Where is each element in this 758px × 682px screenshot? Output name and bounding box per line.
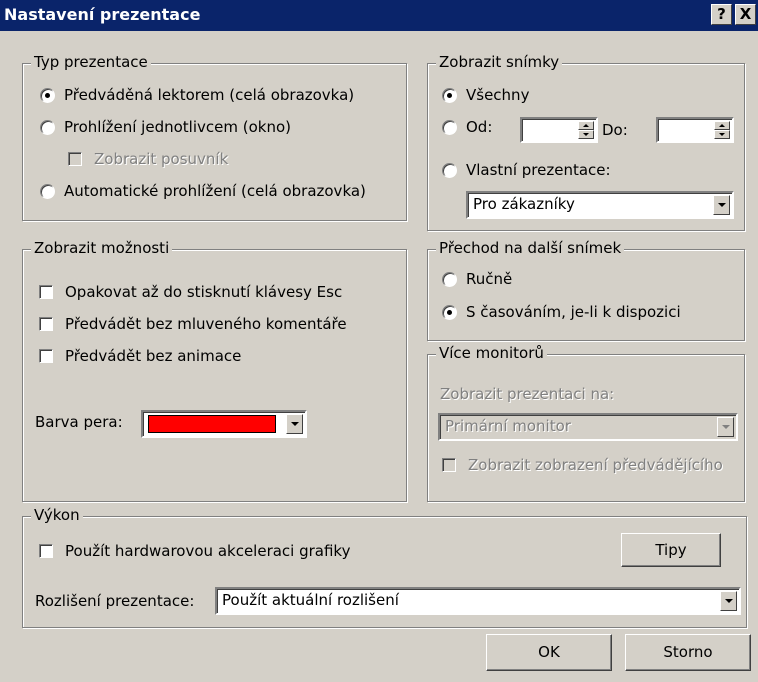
radio-rucne[interactable]: Ručně	[442, 270, 512, 288]
spin-up-icon[interactable]	[578, 121, 594, 130]
from-spinner[interactable]	[578, 121, 594, 139]
checkbox-presenter-view-box	[442, 458, 456, 472]
radio-automaticke-indicator	[40, 183, 55, 199]
resolution-dropdown[interactable]: Použít aktuální rozlišení	[215, 587, 741, 615]
checkbox-posuvnik-box	[68, 152, 82, 166]
pen-color-swatch	[148, 415, 276, 433]
group-zobrazit-moznosti: Zobrazit možnosti Opakovat až do stisknu…	[22, 239, 407, 502]
checkbox-opakovat[interactable]: Opakovat až do stisknutí klávesy Esc	[39, 283, 342, 301]
radio-od-indicator	[442, 119, 457, 135]
radio-rucne-label: Ručně	[466, 270, 513, 288]
radio-automaticke-label: Automatické prohlížení (celá obrazovka)	[64, 182, 366, 200]
radio-casovani[interactable]: S časováním, je-li k dispozici	[442, 303, 681, 321]
radio-casovani-indicator	[442, 304, 457, 320]
legend-prechod: Přechod na další snímek	[436, 239, 625, 257]
group-vykon: Výkon Použít hardwarovou akceleraci graf…	[22, 506, 747, 628]
radio-jednotlivec[interactable]: Prohlížení jednotlivcem (okno)	[40, 118, 291, 136]
radio-automaticke[interactable]: Automatické prohlížení (celá obrazovka)	[40, 182, 366, 200]
legend-zobrazit-snimky: Zobrazit snímky	[436, 53, 563, 71]
radio-lektor-indicator	[40, 87, 55, 103]
resolution-value: Použít aktuální rozlišení	[222, 591, 399, 609]
legend-vykon: Výkon	[31, 506, 83, 524]
tips-button[interactable]: Tipy	[621, 533, 721, 567]
radio-vlastni-label: Vlastní prezentace:	[466, 161, 611, 179]
pen-color-label: Barva pera:	[35, 413, 123, 431]
window-title: Nastavení prezentace	[4, 5, 201, 24]
from-slide-input[interactable]	[520, 117, 598, 143]
pen-color-dropdown[interactable]	[141, 410, 307, 438]
checkbox-bez-komentare[interactable]: Předvádět bez mluveného komentáře	[39, 315, 347, 333]
radio-jednotlivec-indicator	[40, 119, 55, 135]
radio-lektor[interactable]: Předváděná lektorem (celá obrazovka)	[40, 86, 354, 104]
show-on-label: Zobrazit prezentaci na:	[440, 385, 615, 403]
monitor-dropdown: Primární monitor	[438, 413, 738, 441]
legend-vice-monitoru: Více monitorů	[436, 344, 547, 362]
radio-vsechny-label: Všechny	[466, 86, 530, 104]
spin-up-icon[interactable]	[714, 121, 730, 130]
ok-button[interactable]: OK	[486, 634, 612, 671]
chevron-down-icon[interactable]	[720, 591, 737, 611]
title-bar: Nastavení prezentace ? X	[0, 0, 758, 31]
checkbox-bez-animace[interactable]: Předvádět bez animace	[39, 347, 241, 365]
chevron-down-icon[interactable]	[286, 414, 303, 434]
radio-lektor-label: Předváděná lektorem (celá obrazovka)	[64, 86, 355, 104]
checkbox-bez-animace-label: Předvádět bez animace	[65, 347, 242, 365]
chevron-down-icon[interactable]	[713, 195, 730, 215]
to-slide-input[interactable]	[656, 117, 734, 143]
to-spinner[interactable]	[714, 121, 730, 139]
spin-down-icon[interactable]	[714, 130, 730, 139]
monitor-value: Primární monitor	[445, 417, 571, 435]
radio-vsechny-indicator	[442, 87, 457, 103]
legend-zobrazit-moznosti: Zobrazit možnosti	[31, 239, 173, 257]
group-vice-monitoru: Více monitorů Zobrazit prezentaci na: Pr…	[427, 344, 745, 502]
custom-show-value: Pro zákazníky	[473, 195, 575, 213]
close-button[interactable]: X	[735, 4, 756, 25]
checkbox-opakovat-label: Opakovat až do stisknutí klávesy Esc	[65, 283, 343, 301]
checkbox-hw-accel[interactable]: Použít hardwarovou akceleraci grafiky	[39, 542, 350, 560]
radio-casovani-label: S časováním, je-li k dispozici	[466, 303, 681, 321]
checkbox-presenter-view: Zobrazit zobrazení předvádějícího	[442, 456, 723, 474]
checkbox-opakovat-box	[39, 285, 53, 299]
group-typ-prezentace: Typ prezentace Předváděná lektorem (celá…	[22, 53, 407, 221]
checkbox-bez-animace-box	[39, 349, 53, 363]
legend-typ-prezentace: Typ prezentace	[31, 53, 151, 71]
cancel-button[interactable]: Storno	[625, 634, 751, 671]
radio-vlastni-indicator	[442, 162, 457, 178]
spin-down-icon[interactable]	[578, 130, 594, 139]
group-zobrazit-snimky: Zobrazit snímky Všechny Od: Do: Vlastní …	[427, 53, 745, 231]
resolution-label: Rozlišení prezentace:	[35, 592, 195, 610]
radio-rucne-indicator	[442, 271, 457, 287]
radio-od[interactable]: Od:	[442, 118, 492, 136]
custom-show-dropdown[interactable]: Pro zákazníky	[466, 191, 734, 219]
radio-vlastni[interactable]: Vlastní prezentace:	[442, 161, 611, 179]
checkbox-bez-komentare-label: Předvádět bez mluveného komentáře	[65, 315, 347, 333]
checkbox-bez-komentare-box	[39, 317, 53, 331]
radio-od-label: Od:	[466, 118, 493, 136]
group-prechod: Přechod na další snímek Ručně S časování…	[427, 239, 745, 341]
help-button[interactable]: ?	[711, 4, 732, 25]
radio-vsechny[interactable]: Všechny	[442, 86, 529, 104]
checkbox-posuvnik-label: Zobrazit posuvník	[94, 150, 229, 168]
chevron-down-icon	[717, 417, 734, 437]
checkbox-hw-accel-label: Použít hardwarovou akceleraci grafiky	[65, 542, 351, 560]
checkbox-hw-accel-box	[39, 544, 53, 558]
checkbox-zobrazit-posuvnik: Zobrazit posuvník	[68, 150, 228, 168]
do-label: Do:	[602, 121, 628, 139]
radio-jednotlivec-label: Prohlížení jednotlivcem (okno)	[64, 118, 291, 136]
dialog-client: Typ prezentace Předváděná lektorem (celá…	[0, 31, 758, 682]
checkbox-presenter-view-label: Zobrazit zobrazení předvádějícího	[468, 456, 723, 474]
